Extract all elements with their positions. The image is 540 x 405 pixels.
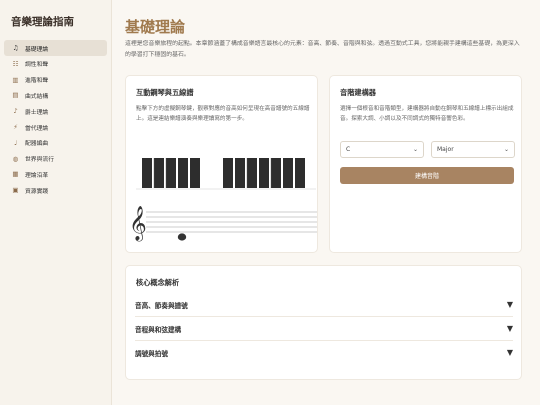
books-icon: ▤ [12,91,19,100]
black-key[interactable] [154,158,164,188]
concepts-title: 核心概念解析 [136,278,180,287]
sidebar-item[interactable]: ▤ 曲式結構 [4,88,107,104]
sidebar-item-label: 調性和聲 [25,62,49,69]
sidebar-item[interactable]: ⚡ 當代理論 [4,119,107,135]
sidebar-item-label: 資源實踐 [25,188,49,195]
black-key[interactable] [259,158,269,188]
expand-arrow-icon: ▼ [506,324,513,333]
sidebar-item[interactable]: ♩ 配器編曲 [4,135,107,151]
black-key[interactable] [271,158,281,188]
page-title: 基礎理論 [125,18,186,36]
piano-card-description: 點擊下方的虛擬鋼琴鍵，觀察對應的音高如何呈現在高音譜號的五線譜上。這是連結樂譜演… [136,106,310,122]
sidebar: 音樂理論指南 ♫ 基礎理論 ☷ 調性和聲 ▥ 進階和聲 ▤ 曲式結構 ♪ 爵士理論 ⚡ 當代理論 ♩ 配器… [0,0,112,405]
piano-staff-card: 互動鋼琴與五線譜 點擊下方的虛擬鋼琴鍵，觀察對應的音高如何呈現在高音譜號的五線譜… [125,75,318,253]
scale-type-value: Major [437,146,454,153]
app-title: 音樂理論指南 [11,16,74,28]
scale-builder-card: 音階建構器 選擇一個根音和音階類型，建構器將自動在鋼琴和五線譜上標示出組成音。探… [329,75,522,253]
violin-icon: ♩ [13,138,18,147]
root-note-value: C [346,146,351,153]
scale-card-title: 音階建構器 [340,88,376,97]
accordion-item-label: 調號與拍號 [135,350,168,358]
treble-staff: 𝄞 [129,206,317,242]
scale-icon: ☷ [12,59,19,68]
staff-note [177,233,187,241]
expand-arrow-icon: ▼ [506,300,513,309]
black-key[interactable] [166,158,176,188]
scale-type-select[interactable]: Major ⌄ [431,141,515,158]
trumpet-icon: ♪ [13,107,18,116]
treble-clef-icon: 𝄞 [129,206,147,242]
black-key[interactable] [235,158,245,188]
scale-card-description: 選擇一個根音和音階類型，建構器將自動在鋼琴和五線譜上標示出組成音。探索大調、小調… [340,106,514,122]
accordion-item[interactable]: 音程與和弦建構 ▼ [135,317,513,341]
black-key[interactable] [178,158,188,188]
sidebar-item[interactable]: ▣ 資源實踐 [4,182,107,198]
sidebar-item[interactable]: ♫ 基礎理論 [4,40,107,56]
sidebar-item-label: 世界與流行 [25,157,54,164]
page-description: 這裡是您音樂旅程的起點。本章節涵蓋了構成音樂語言最核心的元素：音高、節奏、音階與… [125,41,520,58]
black-key[interactable] [283,158,293,188]
sidebar-item-label: 當代理論 [25,125,49,132]
book-stack-icon: ▣ [12,186,19,195]
accordion-item-label: 音程與和弦建構 [135,325,182,334]
building-icon: ▦ [12,170,19,179]
piano-card-title: 互動鋼琴與五線譜 [136,88,194,97]
sidebar-item[interactable]: ♪ 爵士理論 [4,103,107,119]
sidebar-item-label: 基礎理論 [25,46,49,53]
accordion-item[interactable]: 音高、節奏與譜號 ▼ [135,293,513,317]
chevron-down-icon: ⌄ [412,146,418,153]
sidebar-item-label: 配器編曲 [25,141,49,148]
black-key[interactable] [247,158,257,188]
sidebar-item[interactable]: ◍ 世界與流行 [4,151,107,167]
expand-arrow-icon: ▼ [506,348,513,357]
build-scale-button[interactable]: 建構音階 [340,167,514,184]
sidebar-item[interactable]: ▥ 進階和聲 [4,72,107,88]
main-content: 基礎理論 這裡是您音樂旅程的起點。本章節涵蓋了構成音樂語言最核心的元素：音高、節… [112,0,540,405]
sidebar-item-label: 爵士理論 [25,109,49,116]
piano-keyboard[interactable] [136,158,316,190]
sidebar-item-label: 理論沿革 [25,172,49,179]
globe-icon: ◍ [12,154,19,163]
sidebar-nav: ♫ 基礎理論 ☷ 調性和聲 ▥ 進階和聲 ▤ 曲式結構 ♪ 爵士理論 ⚡ 當代理論 ♩ 配器編曲 ◍ 世界與流… [4,40,107,198]
sidebar-item-label: 曲式結構 [25,93,49,100]
black-key[interactable] [295,158,305,188]
black-key[interactable] [223,158,233,188]
chevron-down-icon: ⌄ [503,146,509,153]
sidebar-item-label: 進階和聲 [25,78,49,85]
root-note-select[interactable]: C ⌄ [340,141,424,158]
black-key[interactable] [142,158,152,188]
accordion-item[interactable]: 調號與拍號 ▼ [135,341,513,365]
music-note-icon: ♫ [12,44,19,52]
lightning-icon: ⚡ [13,123,18,132]
sidebar-item[interactable]: ☷ 調性和聲 [4,56,107,72]
sidebar-item[interactable]: ▦ 理論沿革 [4,167,107,183]
accordion-item-label: 音高、節奏與譜號 [135,301,188,310]
piano-icon: ▥ [12,75,19,84]
black-key[interactable] [190,158,200,188]
